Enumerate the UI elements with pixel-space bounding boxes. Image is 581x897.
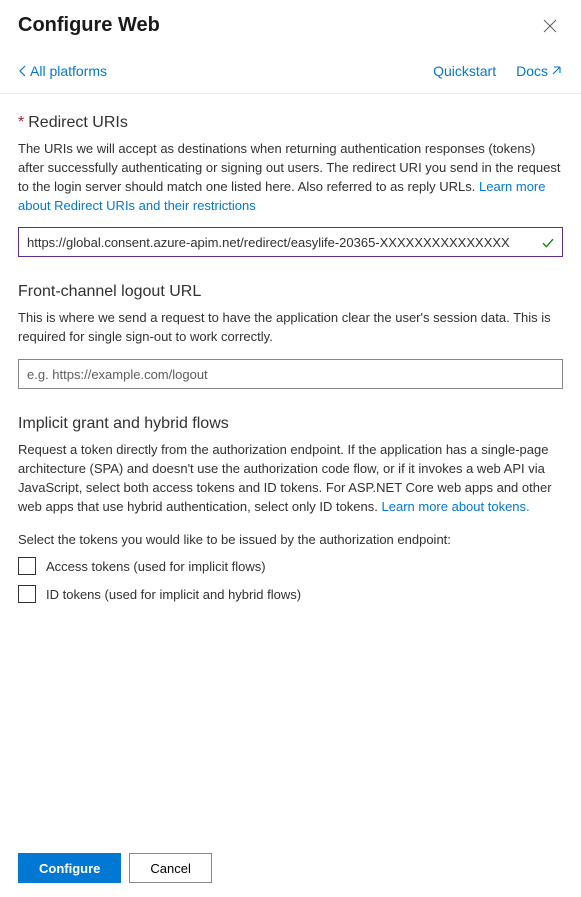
logout-url-desc: This is where we send a request to have … [18, 309, 563, 347]
access-tokens-checkbox-row[interactable]: Access tokens (used for implicit flows) [18, 557, 563, 575]
content-area: *Redirect URIs The URIs we will accept a… [0, 94, 581, 839]
cancel-button[interactable]: Cancel [129, 853, 211, 883]
redirect-uri-input-row [18, 227, 563, 257]
back-all-platforms-link[interactable]: All platforms [18, 63, 107, 79]
implicit-grant-section: Implicit grant and hybrid flows Request … [18, 415, 563, 603]
chevron-left-icon [18, 65, 28, 77]
close-icon [543, 19, 557, 33]
configure-button[interactable]: Configure [18, 853, 121, 883]
id-tokens-label: ID tokens (used for implicit and hybrid … [46, 587, 301, 602]
quickstart-link[interactable]: Quickstart [433, 63, 496, 79]
subheader-right: Quickstart Docs [433, 63, 563, 79]
footer: Configure Cancel [0, 839, 581, 897]
back-link-label: All platforms [30, 63, 107, 79]
id-tokens-checkbox[interactable] [18, 585, 36, 603]
close-button[interactable] [539, 15, 561, 37]
redirect-uris-desc: The URIs we will accept as destinations … [18, 140, 563, 215]
logout-url-title: Front-channel logout URL [18, 283, 563, 301]
docs-link-label: Docs [516, 63, 548, 79]
access-tokens-checkbox[interactable] [18, 557, 36, 575]
logout-url-section: Front-channel logout URL This is where w… [18, 283, 563, 389]
panel-title: Configure Web [18, 14, 160, 37]
implicit-grant-desc: Request a token directly from the author… [18, 441, 563, 516]
implicit-grant-title: Implicit grant and hybrid flows [18, 415, 563, 433]
panel-header: Configure Web [0, 0, 581, 45]
redirect-uris-section: *Redirect URIs The URIs we will accept a… [18, 114, 563, 257]
checkmark-icon [541, 235, 555, 251]
redirect-uris-title: *Redirect URIs [18, 114, 563, 132]
access-tokens-label: Access tokens (used for implicit flows) [46, 559, 266, 574]
docs-link[interactable]: Docs [516, 63, 563, 79]
id-tokens-checkbox-row[interactable]: ID tokens (used for implicit and hybrid … [18, 585, 563, 603]
redirect-uri-input[interactable] [18, 227, 563, 257]
subheader: All platforms Quickstart Docs [0, 45, 581, 94]
logout-url-input[interactable] [18, 359, 563, 389]
required-star-icon: * [18, 114, 24, 131]
tokens-prompt: Select the tokens you would like to be i… [18, 532, 563, 547]
external-link-icon [551, 65, 563, 77]
tokens-learn-more-link[interactable]: Learn more about tokens. [382, 499, 530, 514]
